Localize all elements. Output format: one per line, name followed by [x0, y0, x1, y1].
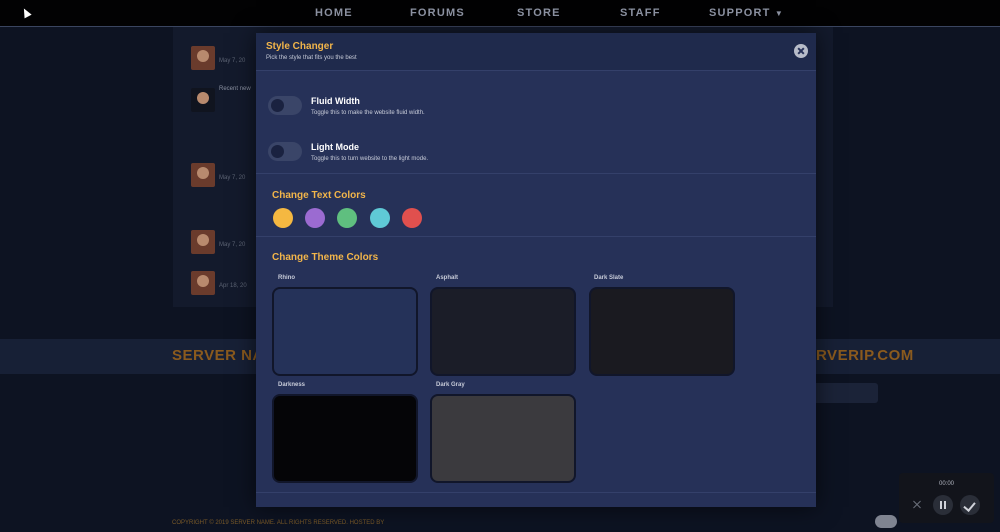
avatar [191, 271, 215, 295]
text-color-swatch[interactable] [305, 208, 325, 228]
theme-label-dark-gray: Dark Gray [436, 382, 465, 388]
modal-title: Style Changer [266, 41, 334, 52]
divider [256, 492, 816, 493]
fluid-width-title: Fluid Width [311, 96, 360, 106]
nav-support[interactable]: SUPPORT ▼ [709, 7, 784, 19]
text-color-swatch[interactable] [337, 208, 357, 228]
nav-store[interactable]: STORE [517, 7, 561, 19]
theme-card-dark-slate[interactable] [589, 287, 735, 376]
theme-label-darkness: Darkness [278, 382, 306, 388]
text-color-swatch[interactable] [402, 208, 422, 228]
theme-colors-title: Change Theme Colors [272, 252, 379, 263]
divider [256, 236, 816, 237]
modal-subtitle: Pick the style that fits you the best [266, 55, 357, 61]
modal-header: Style Changer Pick the style that fits y… [256, 33, 816, 71]
style-changer-modal: Style Changer Pick the style that fits y… [256, 33, 816, 507]
theme-card-dark-gray[interactable] [430, 394, 576, 483]
toggle-knob [271, 99, 284, 112]
toggle-pill[interactable] [875, 515, 897, 528]
footer-copyright: COPYRIGHT © 2019 SERVER NAME. ALL RIGHTS… [172, 520, 385, 526]
theme-label-dark-slate: Dark Slate [594, 275, 624, 281]
nav-forums[interactable]: FORUMS [410, 7, 465, 19]
fluid-width-desc: Toggle this to make the website fluid wi… [311, 110, 425, 116]
post-title: Recent new [219, 86, 251, 92]
theme-card-asphalt[interactable] [430, 287, 576, 376]
post-date: May 7, 20 [219, 58, 246, 64]
top-nav: HOME FORUMS STORE STAFF SUPPORT ▼ [0, 0, 1000, 27]
chevron-down-icon: ▼ [774, 9, 784, 18]
light-mode-title: Light Mode [311, 142, 359, 152]
screen-recorder: 00:00 [899, 473, 994, 523]
text-color-swatch[interactable] [370, 208, 390, 228]
post-date: May 7, 20 [219, 175, 246, 181]
text-colors-title: Change Text Colors [272, 190, 366, 201]
theme-label-asphalt: Asphalt [436, 275, 459, 281]
checkmark-icon[interactable] [960, 495, 980, 515]
close-icon[interactable] [794, 44, 808, 58]
avatar [191, 163, 215, 187]
close-icon[interactable] [907, 495, 927, 515]
fluid-width-toggle[interactable] [268, 96, 302, 115]
light-mode-toggle[interactable] [268, 142, 302, 161]
post-date: Apr 18, 20 [219, 283, 247, 289]
nav-staff[interactable]: STAFF [620, 7, 661, 19]
theme-card-darkness[interactable] [272, 394, 418, 483]
nav-home[interactable]: HOME [315, 7, 353, 19]
light-mode-desc: Toggle this to turn website to the light… [311, 156, 429, 162]
text-color-swatch[interactable] [273, 208, 293, 228]
avatar [191, 46, 215, 70]
toggle-knob [271, 145, 284, 158]
background-card [810, 383, 878, 403]
nav-support-label: SUPPORT [709, 7, 771, 19]
chart-icon [191, 88, 215, 112]
pause-icon[interactable] [933, 495, 953, 515]
theme-card-rhino[interactable] [272, 287, 418, 376]
post-date: May 7, 20 [219, 242, 246, 248]
server-ip: RVERIP.COM [816, 347, 914, 364]
server-name: SERVER NA [172, 347, 264, 364]
avatar [191, 230, 215, 254]
theme-label-rhino: Rhino [278, 275, 295, 281]
divider [256, 173, 816, 174]
recorder-time: 00:00 [938, 481, 954, 487]
